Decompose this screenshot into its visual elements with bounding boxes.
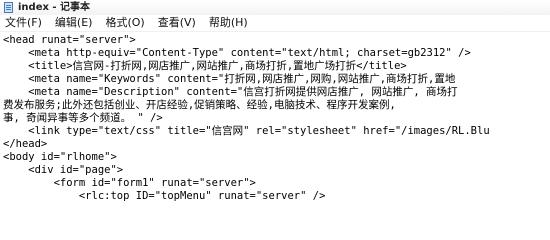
code-line: <body id="rlhome"> (3, 151, 117, 163)
code-line: <rlc:top ID="topMenu" runat="server" /> (3, 190, 326, 202)
menu-view[interactable]: 查看(V) (158, 15, 196, 31)
code-line: <meta name="Keywords" content="打折网,网店推广,… (3, 73, 456, 85)
code-line: <title>信宫网-打折网,网店推广,网站推广,商场打折,置地广场打折</ti… (3, 60, 407, 72)
menu-file[interactable]: 文件(F) (5, 15, 42, 31)
notepad-icon (4, 2, 13, 13)
code-line: <form id="form1" runat="server"> (3, 177, 256, 189)
code-line: <head runat="server"> (3, 34, 136, 46)
code-line: 费发布服务;此外还包括创业、开店经验,促销策略、经验,电脑技术、程序开发案例, (3, 99, 396, 111)
code-line: <meta name="Description" content="信宫打折网提… (3, 86, 458, 98)
code-line: <div id="page"> (3, 164, 124, 176)
window-title: index - 记事本 (18, 2, 91, 13)
code-line: <meta http-equiv="Content-Type" content=… (3, 47, 471, 59)
menu-format[interactable]: 格式(O) (105, 15, 144, 31)
code-line: 事, 奇闻异事等多个频道。 " /> (3, 112, 163, 124)
notepad-window: index - 记事本 文件(F) 编辑(E) 格式(O) 查看(V) 帮助(H… (0, 0, 550, 220)
menu-help[interactable]: 帮助(H) (209, 15, 248, 31)
code-line: <link type="text/css" title="信宫网" rel="s… (3, 125, 490, 137)
code-line: </head> (3, 138, 48, 150)
menu-bar: 文件(F) 编辑(E) 格式(O) 查看(V) 帮助(H) (0, 15, 550, 32)
title-bar[interactable]: index - 记事本 (0, 0, 550, 16)
menu-edit[interactable]: 编辑(E) (55, 15, 93, 31)
text-editor-area[interactable]: <head runat="server"> <meta http-equiv="… (0, 32, 550, 220)
